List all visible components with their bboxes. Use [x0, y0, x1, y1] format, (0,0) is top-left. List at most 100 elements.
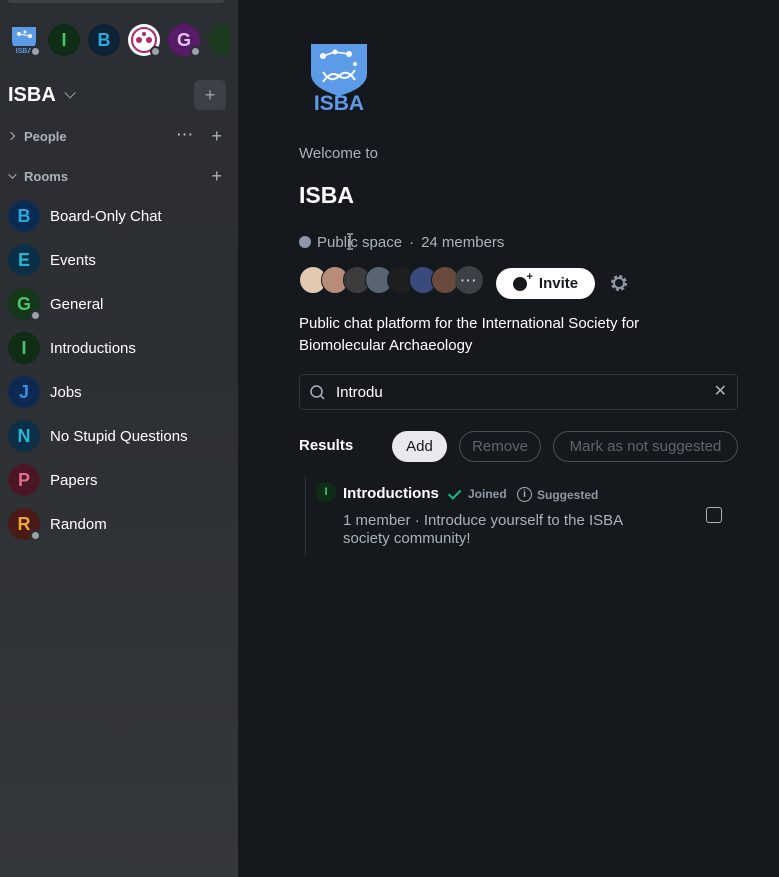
remove-button[interactable]: Remove: [459, 431, 541, 462]
space-title: ISBA: [8, 83, 56, 106]
section-people-label: People: [24, 128, 67, 144]
room-name: No Stupid Questions: [50, 427, 188, 445]
result-row[interactable]: I Introductions Joined i Suggested 1 mem…: [305, 476, 738, 556]
sidebar-search-bar[interactable]: [8, 0, 224, 3]
check-icon: [447, 485, 462, 500]
room-avatar: R: [8, 508, 41, 541]
space-meta: Public space · 24 members: [299, 232, 504, 252]
space-description: Public chat platform for the Internation…: [299, 315, 640, 354]
gear-icon[interactable]: [609, 273, 629, 293]
suggested-label: Suggested: [537, 487, 599, 502]
search-input[interactable]: [336, 383, 696, 401]
visibility-label: Public space: [317, 233, 403, 251]
room-avatar-letter: B: [17, 205, 31, 226]
room-name: Board-Only Chat: [50, 207, 162, 225]
room-avatar-letter: P: [17, 469, 30, 490]
section-people[interactable]: People ··· +: [6, 126, 226, 146]
public-badge-icon: [30, 46, 41, 56]
suggested-badge: i Suggested: [517, 487, 598, 502]
space-name: ISBA: [299, 182, 354, 208]
public-badge-icon: [30, 310, 41, 321]
joined-label: Joined: [468, 487, 507, 501]
room-avatar-letter: J: [18, 381, 29, 402]
room-avatar: I: [8, 332, 40, 364]
public-badge-icon: [30, 530, 41, 541]
room-avatar-letter: R: [17, 513, 31, 534]
separator-dot: ·: [409, 233, 415, 251]
clear-search-icon[interactable]: ✕: [714, 383, 727, 401]
room-search[interactable]: ✕: [299, 374, 738, 410]
room-avatar-letter: E: [17, 249, 30, 270]
result-description: 1 member · Introduce yourself to the ISB…: [343, 512, 623, 547]
space-photo-icon[interactable]: [128, 24, 161, 56]
room-avatar: B: [8, 200, 40, 232]
space-logo: ISBA: [309, 42, 369, 116]
logo-text: ISBA: [313, 92, 365, 115]
space-header[interactable]: ISBA +: [8, 80, 226, 110]
space-i-letter: I: [61, 29, 67, 50]
room-name: General: [50, 295, 104, 313]
public-badge-icon: [190, 46, 201, 56]
room-name: Introductions: [50, 339, 136, 357]
info-icon: i: [517, 487, 532, 502]
globe-icon: [299, 236, 311, 248]
room-avatar: N: [8, 420, 40, 452]
section-rooms-label: Rooms: [24, 168, 69, 184]
search-icon: [310, 384, 325, 400]
result-avatar: I: [316, 482, 336, 502]
add-space-button[interactable]: +: [194, 80, 226, 110]
chevron-down-icon: [64, 87, 76, 99]
room-avatar: E: [8, 244, 40, 276]
public-badge-icon: [150, 46, 161, 56]
space-strip: ISBA I B G: [8, 24, 230, 56]
text-cursor-icon: [347, 233, 353, 250]
results-label: Results: [299, 437, 354, 454]
space-b-icon[interactable]: B: [88, 24, 120, 56]
room-name: Random: [50, 515, 107, 533]
room-item-events[interactable]: E Events: [8, 242, 230, 278]
joined-badge: Joined: [447, 485, 507, 501]
space-g-icon[interactable]: G: [168, 24, 201, 56]
space-isba-icon[interactable]: ISBA: [8, 24, 41, 56]
room-name: Events: [50, 251, 96, 269]
room-avatar: G: [8, 288, 41, 321]
section-rooms[interactable]: Rooms +: [8, 166, 226, 186]
room-avatar: P: [8, 464, 40, 496]
add-button[interactable]: Add: [392, 431, 447, 462]
add-room-button[interactable]: +: [211, 166, 222, 186]
invite-button[interactable]: Invite: [496, 268, 595, 299]
room-name: Jobs: [50, 383, 82, 401]
add-people-button[interactable]: +: [211, 126, 222, 146]
result-name: Introductions: [343, 485, 439, 502]
chevron-right-icon: [6, 131, 16, 141]
space-i-icon[interactable]: I: [48, 24, 80, 56]
room-avatar: J: [8, 376, 40, 408]
room-name: Papers: [50, 471, 98, 489]
space-b-letter: B: [97, 29, 111, 50]
room-item-general[interactable]: G General: [8, 286, 230, 322]
space-home: ISBA Welcome to ISBA Public space · 24 m…: [238, 0, 779, 877]
room-avatar-letter: I: [21, 337, 27, 358]
welcome-label: Welcome to: [299, 145, 378, 162]
result-avatar-letter: I: [324, 486, 328, 498]
more-options-icon[interactable]: ···: [177, 126, 194, 142]
result-checkbox[interactable]: [706, 507, 722, 523]
more-members-icon[interactable]: ···: [455, 266, 483, 294]
invite-label: Invite: [538, 275, 579, 292]
room-item-board-only-chat[interactable]: B Board-Only Chat: [8, 198, 230, 234]
room-item-no-stupid-questions[interactable]: N No Stupid Questions: [8, 418, 230, 454]
add-user-icon: [512, 271, 533, 291]
room-item-introductions[interactable]: I Introductions: [8, 330, 230, 366]
room-avatar-letter: G: [16, 293, 31, 314]
mark-not-suggested-button[interactable]: Mark as not suggested: [553, 431, 738, 462]
chevron-down-icon: [8, 170, 17, 179]
members-count[interactable]: 24 members: [421, 234, 504, 251]
room-item-random[interactable]: R Random: [8, 506, 230, 542]
space-partial-icon[interactable]: [208, 24, 230, 56]
space-g-letter: G: [176, 29, 191, 50]
room-avatar-letter: N: [17, 425, 31, 446]
sidebar: ISBA I B G ISBA + People ··· + Rooms + B…: [0, 0, 238, 877]
room-item-papers[interactable]: P Papers: [8, 462, 230, 498]
member-avatars[interactable]: ···: [299, 266, 487, 294]
room-item-jobs[interactable]: J Jobs: [8, 374, 230, 410]
